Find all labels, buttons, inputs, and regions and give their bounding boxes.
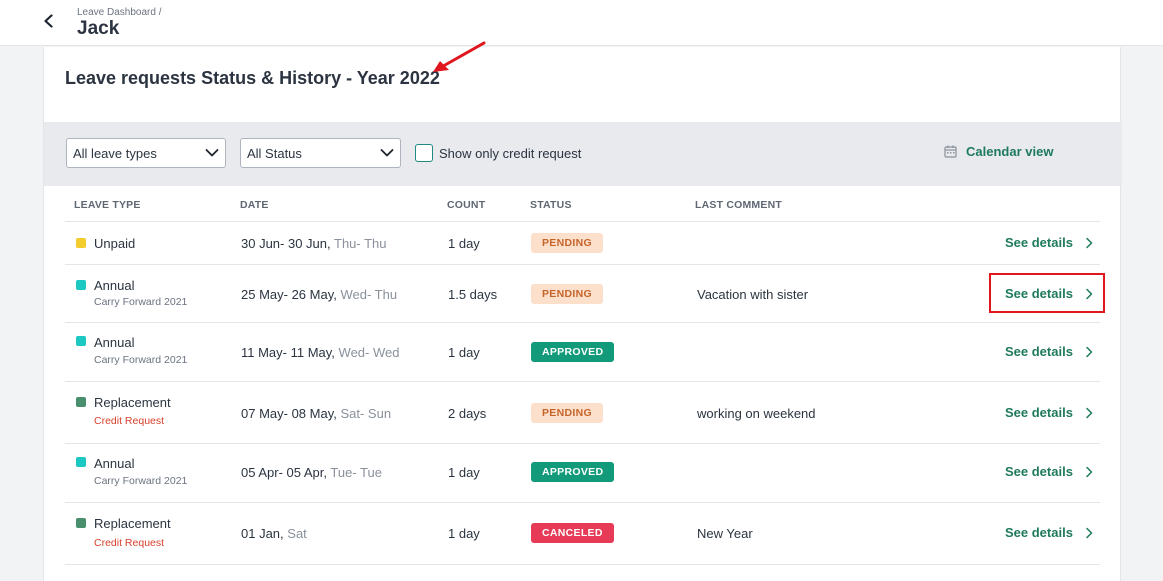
- chevron-right-icon: [1086, 237, 1093, 248]
- leave-date: 01 Jan, Sat: [241, 526, 307, 541]
- table-row: Annual Carry Forward 2021 25 May- 26 May…: [65, 265, 1100, 323]
- back-arrow-icon[interactable]: [38, 10, 60, 32]
- leave-type-color-dot: [76, 457, 86, 467]
- leave-count: 1 day: [448, 526, 480, 541]
- leave-type: Replacement: [94, 395, 171, 410]
- leave-count: 2 days: [448, 406, 487, 421]
- annotation-highlight-box: [989, 273, 1105, 313]
- last-comment: Vacation with sister: [697, 287, 809, 302]
- column-header-last-comment: LAST COMMENT: [695, 199, 782, 211]
- table-row: Annual Carry Forward 2021 11 May- 11 May…: [65, 323, 1100, 382]
- leave-date: 05 Apr- 05 Apr, Tue- Tue: [241, 465, 382, 480]
- last-comment: New Year: [697, 526, 753, 541]
- filter-bar: All leave types All Status Show only cre…: [44, 122, 1122, 186]
- see-details-label: See details: [1005, 525, 1073, 540]
- status-badge: PENDING: [531, 403, 603, 423]
- chevron-down-icon: [205, 149, 219, 157]
- see-details-label: See details: [1005, 344, 1073, 359]
- table-row: Replacement Credit Request 01 Jan, Sat 1…: [65, 503, 1100, 565]
- see-details-label: See details: [1005, 464, 1073, 479]
- table-row: Replacement Credit Request 07 May- 08 Ma…: [65, 382, 1100, 444]
- page-title: Jack: [77, 18, 120, 39]
- carry-forward-note: Carry Forward 2021: [94, 296, 188, 308]
- column-header-status: STATUS: [530, 199, 572, 211]
- see-details-label: See details: [1005, 235, 1073, 250]
- table-header: LEAVE TYPE DATE COUNT STATUS LAST COMMEN…: [65, 186, 1100, 222]
- chevron-right-icon: [1086, 407, 1093, 418]
- leave-type-color-dot: [76, 397, 86, 407]
- card-title: Leave requests Status & History - Year 2…: [65, 68, 440, 88]
- leave-type: Replacement: [94, 516, 171, 531]
- leave-type: Annual: [94, 335, 135, 350]
- leave-type-color-dot: [76, 336, 86, 346]
- column-header-count: COUNT: [447, 199, 486, 211]
- credit-request-checkbox[interactable]: [415, 144, 433, 162]
- table-row: Annual Carry Forward 2021 05 Apr- 05 Apr…: [65, 444, 1100, 503]
- calendar-view-button[interactable]: Calendar view: [944, 144, 1053, 159]
- status-badge: CANCELED: [531, 523, 614, 543]
- table-row: Unpaid 30 Jun- 30 Jun, Thu- Thu 1 day PE…: [65, 222, 1100, 265]
- see-details-button[interactable]: See details: [1005, 344, 1094, 359]
- credit-request-checkbox-label[interactable]: Show only credit request: [439, 146, 581, 161]
- top-bar: Leave Dashboard / Jack: [0, 0, 1163, 46]
- chevron-right-icon: [1086, 466, 1093, 477]
- leave-type-color-dot: [76, 280, 86, 290]
- credit-request-note: Credit Request: [94, 415, 165, 427]
- chevron-down-icon: [380, 149, 394, 157]
- leave-count: 1 day: [448, 465, 480, 480]
- status-badge: PENDING: [531, 284, 603, 304]
- status-select-value: All Status: [247, 146, 302, 161]
- column-header-leave-type: LEAVE TYPE: [74, 199, 141, 211]
- annotation-arrow-icon: [433, 41, 486, 72]
- see-details-label: See details: [1005, 405, 1073, 420]
- leave-count: 1 day: [448, 345, 480, 360]
- leave-count: 1.5 days: [448, 287, 498, 302]
- leave-type: Annual: [94, 278, 135, 293]
- leave-date: 25 May- 26 May, Wed- Thu: [241, 287, 398, 302]
- leave-date: 30 Jun- 30 Jun, Thu- Thu: [241, 236, 387, 251]
- status-badge: APPROVED: [531, 462, 615, 482]
- leave-type-color-dot: [76, 518, 86, 528]
- credit-request-note: Credit Request: [94, 537, 165, 549]
- leave-date: 07 May- 08 May, Sat- Sun: [241, 406, 392, 421]
- leave-type-select-value: All leave types: [73, 146, 157, 161]
- status-badge: PENDING: [531, 233, 603, 253]
- see-details-button[interactable]: See details: [1005, 405, 1094, 420]
- leave-history-card: Leave requests Status & History - Year 2…: [43, 41, 1122, 581]
- carry-forward-note: Carry Forward 2021: [94, 354, 188, 366]
- calendar-view-label: Calendar view: [966, 144, 1054, 159]
- leave-type-color-dot: [76, 238, 86, 248]
- carry-forward-note: Carry Forward 2021: [94, 475, 188, 487]
- leave-type: Unpaid: [94, 236, 136, 251]
- status-badge: APPROVED: [531, 342, 615, 362]
- see-details-button[interactable]: See details: [1005, 464, 1094, 479]
- leave-type: Annual: [94, 456, 135, 471]
- breadcrumb[interactable]: Leave Dashboard /: [77, 7, 162, 18]
- calendar-icon: [944, 145, 957, 158]
- chevron-right-icon: [1086, 346, 1093, 357]
- column-header-date: DATE: [240, 199, 269, 211]
- chevron-right-icon: [1086, 527, 1093, 538]
- leave-date: 11 May- 11 May, Wed- Wed: [241, 345, 400, 360]
- leave-type-select[interactable]: All leave types: [66, 138, 226, 168]
- see-details-button[interactable]: See details: [1005, 235, 1094, 250]
- last-comment: working on weekend: [697, 406, 816, 421]
- status-select[interactable]: All Status: [240, 138, 401, 168]
- leave-count: 1 day: [448, 236, 480, 251]
- see-details-button[interactable]: See details: [1005, 525, 1094, 540]
